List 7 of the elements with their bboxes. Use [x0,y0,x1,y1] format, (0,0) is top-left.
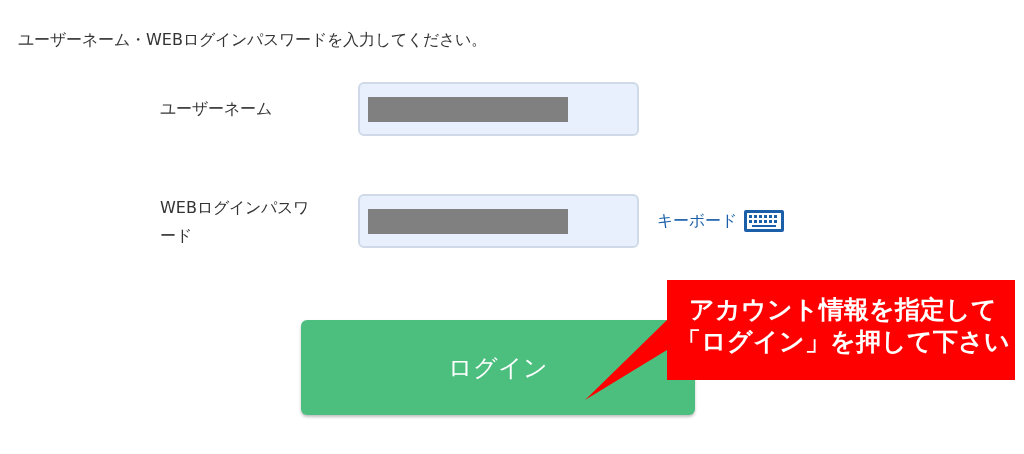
input-field[interactable] [358,82,639,136]
field-label: ユーザーネーム [160,98,273,120]
instruction-text: ユーザーネーム・WEBログインパスワードを入力してください。 [18,29,488,51]
field-label: WEBログインパスワード [160,197,310,247]
keyboard-icon [743,209,785,233]
keyboard-link[interactable]: キーボード [657,209,737,233]
input-field[interactable] [358,194,639,248]
